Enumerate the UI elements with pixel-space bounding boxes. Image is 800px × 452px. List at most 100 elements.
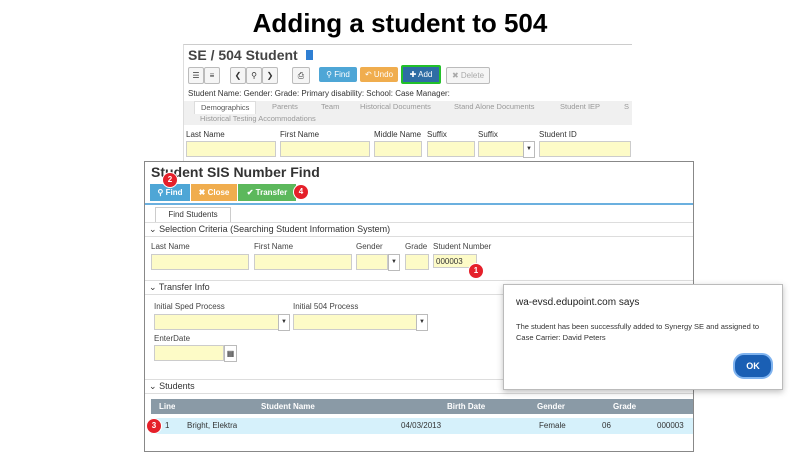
chevron-down-icon[interactable]: ▼ (388, 254, 400, 271)
find-button[interactable]: ⚲ Find (319, 67, 357, 82)
students-grid-header: Line Student Name Birth Date Gender Grad… (151, 399, 693, 414)
close-button[interactable]: ✖ Close (191, 184, 237, 201)
section-title: Transfer Info (158, 282, 210, 292)
row-student-number: 000003 (657, 421, 684, 430)
gender-select[interactable] (356, 254, 388, 270)
tab-historical-documents[interactable]: Historical Documents (360, 101, 431, 113)
section-title: Students (159, 381, 195, 391)
middle-name-label: Middle Name (374, 130, 422, 139)
row-gender: Female (539, 421, 566, 430)
divider (145, 203, 693, 205)
close-label: Close (207, 188, 230, 197)
chevron-down-icon[interactable]: ▼ (278, 314, 290, 331)
bookmark-icon[interactable] (306, 50, 313, 60)
tab-find-students[interactable]: Find Students (155, 207, 231, 222)
initial-sped-select[interactable] (154, 314, 280, 330)
dialog-title: wa-evsd.edupoint.com says (516, 297, 640, 308)
suffix-label-2: Suffix (478, 130, 498, 139)
last-name-input[interactable] (186, 141, 276, 157)
plus-icon: ✚ (409, 70, 417, 79)
initial-sped-label: Initial Sped Process (154, 302, 225, 311)
add-button[interactable]: ✚ Add (401, 65, 441, 84)
print-icon[interactable]: ⎙ (292, 67, 310, 84)
callout-1: 1 (468, 263, 484, 279)
prev-icon[interactable]: ❮ (230, 67, 246, 84)
first-name-label: First Name (254, 242, 294, 251)
callout-4: 4 (293, 184, 309, 200)
grade-input[interactable] (405, 254, 429, 270)
tab-team[interactable]: Team (321, 101, 339, 113)
col-gender[interactable]: Gender (537, 399, 565, 414)
transfer-label: Transfer (255, 188, 288, 197)
tab-parents[interactable]: Parents (272, 101, 298, 113)
callout-3: 3 (146, 418, 162, 434)
delete-button[interactable]: ✖ Delete (446, 67, 490, 84)
initial-504-select[interactable] (293, 314, 417, 330)
check-icon: ✔ (246, 188, 254, 197)
chevron-down-icon: ⌄ (149, 282, 157, 292)
gender-label: Gender (356, 242, 383, 251)
close-icon: ✖ (451, 71, 459, 80)
row-birth-date: 04/03/2013 (401, 421, 442, 430)
enter-date-input[interactable] (154, 345, 224, 361)
col-student-name[interactable]: Student Name (261, 399, 315, 414)
suffix-select[interactable] (478, 141, 526, 157)
find-label: Find (165, 188, 183, 197)
dialog-message: The student has been successfully added … (516, 322, 760, 342)
row-line: 1 (165, 421, 170, 430)
calendar-icon[interactable]: ▦ (224, 345, 237, 362)
undo-icon: ↶ (364, 70, 372, 79)
alert-dialog: wa-evsd.edupoint.com says The student ha… (503, 284, 783, 390)
first-name-input[interactable] (254, 254, 352, 270)
tab-stand-alone-documents[interactable]: Stand Alone Documents (454, 101, 534, 113)
tab-historical-testing[interactable]: Historical Testing Accommodations (200, 113, 316, 125)
slide-title: Adding a student to 504 (252, 8, 548, 38)
suffix-label: Suffix (427, 130, 447, 139)
callout-2: 2 (162, 172, 178, 188)
chevron-down-icon[interactable]: ▼ (416, 314, 428, 331)
list-icon[interactable]: ☰ (188, 67, 204, 84)
suffix-input[interactable] (427, 141, 475, 157)
search-icon: ⚲ (157, 188, 164, 197)
enter-date-label: EnterDate (154, 334, 191, 343)
search-icon: ⚲ (326, 70, 333, 79)
se-504-student-window: SE / 504 Student ☰ ≡ ❮ ⚲ ❯ ⎙ ⚲ Find ↶ Un… (183, 44, 632, 163)
student-id-input[interactable] (539, 141, 631, 157)
student-number-label: Student Number (433, 242, 492, 251)
tab-student-iep[interactable]: Student IEP (560, 101, 600, 113)
search-icon[interactable]: ⚲ (246, 67, 262, 84)
row-student-name: Bright, Elektra (187, 421, 238, 430)
last-name-label: Last Name (151, 242, 190, 251)
middle-name-input[interactable] (374, 141, 422, 157)
col-line[interactable]: Line (159, 399, 175, 414)
first-name-label: First Name (280, 130, 320, 139)
section-title: Selection Criteria (Searching Student In… (159, 224, 391, 234)
delete-label: Delete (460, 71, 485, 80)
menu-icon[interactable]: ≡ (204, 67, 220, 84)
row-grade: 06 (602, 421, 611, 430)
undo-label: Undo (373, 70, 394, 79)
chevron-down-icon: ⌄ (149, 224, 157, 234)
chevron-down-icon[interactable]: ▼ (523, 141, 535, 158)
col-birth-date[interactable]: Birth Date (447, 399, 485, 414)
find-label: Find (334, 70, 350, 79)
transfer-button[interactable]: ✔ Transfer (238, 184, 296, 201)
top-tabs: Demographics Parents Team Historical Doc… (184, 101, 632, 125)
table-row[interactable]: 1 Bright, Elektra 04/03/2013 Female 06 0… (151, 418, 693, 434)
next-icon[interactable]: ❯ (262, 67, 278, 84)
student-id-label: Student ID (539, 130, 577, 139)
col-grade[interactable]: Grade (613, 399, 636, 414)
ok-button[interactable]: OK (733, 353, 773, 379)
undo-button[interactable]: ↶ Undo (360, 67, 398, 82)
add-label: Add (418, 70, 433, 79)
last-name-input[interactable] (151, 254, 249, 270)
tab-s[interactable]: S (624, 101, 629, 113)
student-meta-line: Student Name: Gender: Grade: Primary dis… (188, 89, 450, 98)
selection-criteria-header[interactable]: ⌄ Selection Criteria (Searching Student … (145, 222, 693, 237)
first-name-input[interactable] (280, 141, 370, 157)
chevron-down-icon: ⌄ (149, 381, 157, 391)
close-icon: ✖ (198, 188, 206, 197)
last-name-label: Last Name (186, 130, 225, 139)
window-title: SE / 504 Student (188, 47, 298, 63)
grade-label: Grade (405, 242, 428, 251)
